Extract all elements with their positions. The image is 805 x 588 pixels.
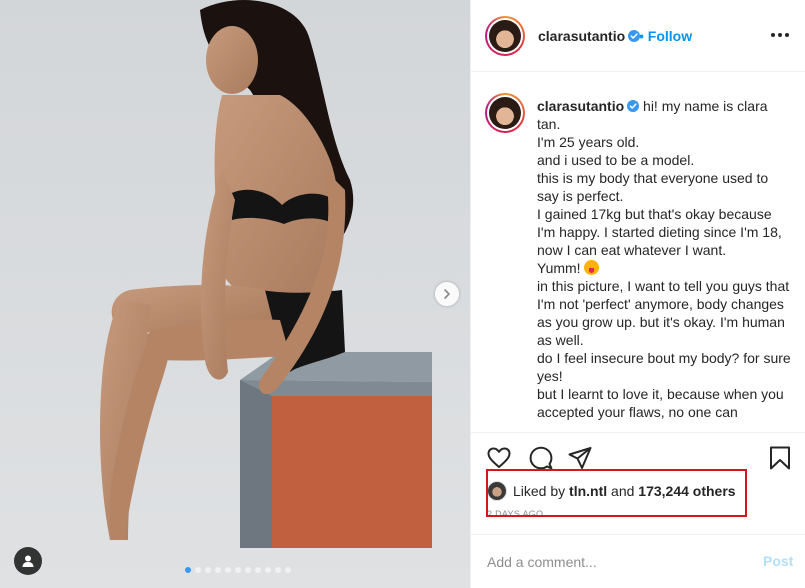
caption-line: and i used to be a model.	[537, 152, 695, 168]
heart-icon[interactable]	[486, 445, 512, 471]
caption-line: but I learnt to love it, because when yo…	[537, 386, 784, 420]
caption-text: clarasutantio hi! my name is clara tan. …	[537, 97, 792, 421]
tagged-users-button[interactable]	[14, 547, 42, 575]
avatar[interactable]	[485, 16, 525, 56]
caption-line: Yumm!	[537, 260, 581, 276]
follow-group: • Follow	[639, 28, 692, 44]
carousel-dot	[185, 567, 191, 573]
caption-line: do I feel insecure bout my body? for sur…	[537, 350, 791, 384]
username-link[interactable]: clarasutantio	[538, 28, 641, 44]
more-options-icon[interactable]	[771, 33, 791, 39]
caption-username[interactable]: clarasutantio	[537, 98, 640, 114]
carousel-dot	[215, 567, 221, 573]
caption-line: in this picture, I want to tell you guys…	[537, 278, 790, 348]
carousel-dot	[195, 567, 201, 573]
user-tag-icon	[22, 555, 34, 567]
chevron-right-icon	[444, 289, 450, 299]
carousel-indicator	[185, 567, 291, 573]
paper-plane-icon[interactable]	[567, 445, 593, 471]
caption-line: I'm 25 years old.	[537, 134, 640, 150]
caption-line: I gained 17kg but that's okay because I'…	[537, 206, 782, 258]
comment-input[interactable]	[487, 552, 737, 572]
caption-section: clarasutantio hi! my name is clara tan. …	[471, 73, 805, 431]
follow-separator: •	[639, 28, 644, 44]
carousel-dot	[235, 567, 241, 573]
comment-bar: Post	[471, 534, 805, 588]
next-image-button[interactable]	[435, 282, 459, 306]
carousel-dot	[245, 567, 251, 573]
caption-line: this is my body that everyone used to sa…	[537, 170, 769, 204]
bookmark-icon[interactable]	[767, 445, 793, 471]
post-header: clarasutantio • Follow	[471, 0, 805, 72]
comment-bubble-icon[interactable]	[528, 445, 554, 471]
post-photo	[0, 0, 470, 588]
action-bar	[471, 432, 805, 472]
carousel-dot	[255, 567, 261, 573]
tongue-emoji-icon	[584, 260, 600, 275]
follow-button[interactable]: Follow	[648, 28, 692, 44]
post-details-panel: clarasutantio • Follow clarasutantio hi!…	[470, 0, 805, 588]
post-image[interactable]	[0, 0, 470, 588]
verified-badge-icon	[627, 100, 640, 112]
username-text: clarasutantio	[538, 28, 626, 44]
carousel-dot	[205, 567, 211, 573]
carousel-dot	[275, 567, 281, 573]
carousel-dot	[285, 567, 291, 573]
carousel-dot	[265, 567, 271, 573]
post-comment-button[interactable]: Post	[763, 553, 793, 569]
carousel-dot	[225, 567, 231, 573]
caption-avatar[interactable]	[485, 93, 525, 133]
highlight-box	[486, 469, 747, 517]
